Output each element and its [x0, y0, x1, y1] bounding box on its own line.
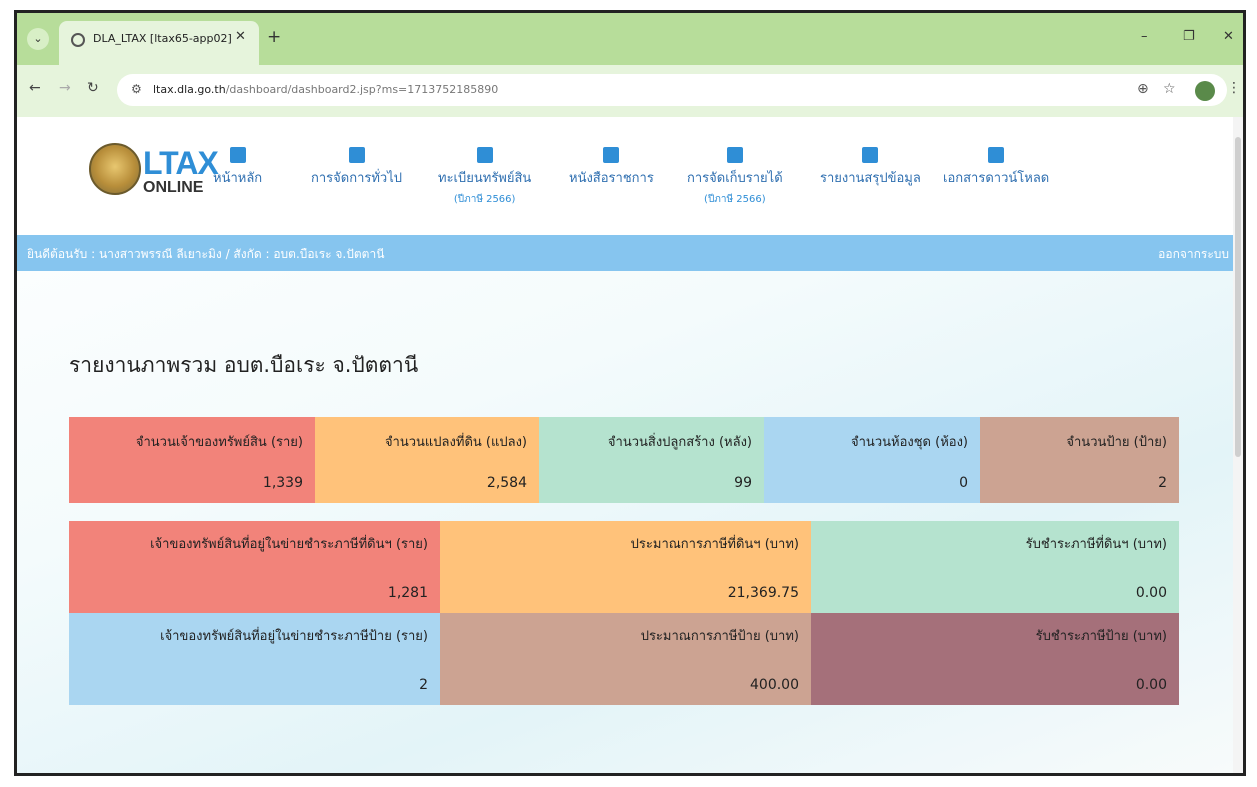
minimize-icon[interactable]: –	[1141, 29, 1148, 44]
logout-link[interactable]: ออกจากระบบ	[1158, 245, 1229, 264]
stat-label: จำนวนเจ้าของทรัพย์สิน (ราย)	[135, 435, 303, 450]
stat-tile: จำนวนสิ่งปลูกสร้าง (หลัง) 99	[539, 417, 764, 503]
stat-label: จำนวนป้าย (ป้าย)	[1066, 435, 1167, 450]
address-toolbar: ← → ↻ ⚙ ltax.dla.go.th/dashboard/dashboa…	[17, 65, 1243, 117]
cogs-icon	[348, 147, 365, 163]
stat-value: 2	[419, 677, 428, 693]
nav-label: การจัดการทั่วไป	[311, 171, 403, 186]
back-icon[interactable]: ←	[29, 80, 41, 96]
stat-value: 400.00	[750, 677, 799, 693]
url-text: ltax.dla.go.th/dashboard/dashboard2.jsp?…	[153, 83, 498, 96]
stat-label: ประมาณการภาษีที่ดินฯ (บาท)	[630, 537, 799, 552]
globe-icon	[71, 33, 85, 47]
nav-downloads[interactable]: เอกสารดาวน์โหลด	[943, 147, 1049, 188]
nav-label: ทะเบียนทรัพย์สิน	[438, 171, 532, 186]
stat-label: จำนวนสิ่งปลูกสร้าง (หลัง)	[607, 435, 752, 450]
stat-value: 21,369.75	[727, 585, 799, 601]
stat-tile: จำนวนป้าย (ป้าย) 2	[980, 417, 1179, 503]
document-icon	[603, 147, 620, 163]
stat-tile: เจ้าของทรัพย์สินที่อยู่ในข่ายชำระภาษีที่…	[69, 521, 440, 613]
stat-label: รับชำระภาษีที่ดินฯ (บาท)	[1025, 537, 1167, 552]
stat-tile: รับชำระภาษีป้าย (บาท) 0.00	[811, 613, 1179, 705]
browser-tab[interactable]: DLA_LTAX [ltax65-app02] ✕	[59, 21, 259, 65]
page-scrollbar[interactable]	[1233, 117, 1243, 773]
stat-value: 1,281	[387, 585, 428, 601]
forward-icon[interactable]: →	[59, 80, 71, 96]
stats-row-counts: จำนวนเจ้าของทรัพย์สิน (ราย) 1,339 จำนวนแป…	[69, 417, 1179, 503]
stat-value: 2,584	[486, 475, 527, 491]
book-icon	[476, 147, 493, 163]
stat-label: ประมาณการภาษีป้าย (บาท)	[640, 629, 799, 644]
file-icon	[862, 147, 879, 163]
restore-icon[interactable]: ❐	[1183, 29, 1195, 44]
stat-value: 0.00	[1135, 677, 1167, 693]
stat-tile: จำนวนแปลงที่ดิน (แปลง) 2,584	[315, 417, 539, 503]
logo-seal-icon[interactable]	[89, 143, 141, 195]
logo-subtitle[interactable]: ONLINE	[143, 179, 203, 197]
tab-strip: ⌄ DLA_LTAX [ltax65-app02] ✕ + – ❐ ✕	[17, 13, 1243, 65]
reload-icon[interactable]: ↻	[87, 80, 99, 96]
stat-value: 99	[734, 475, 752, 491]
nav-label: หน้าหลัก	[213, 171, 263, 186]
stat-tile: ประมาณการภาษีป้าย (บาท) 400.00	[440, 613, 811, 705]
nav-summary-report[interactable]: รายงานสรุปข้อมูล	[820, 147, 921, 188]
nav-general-management[interactable]: การจัดการทั่วไป	[311, 147, 402, 188]
profile-avatar[interactable]	[1195, 81, 1215, 101]
nav-label: เอกสารดาวน์โหลด	[943, 171, 1050, 186]
nav-label: การจัดเก็บรายได้	[687, 171, 783, 186]
page-viewport: LTAX ONLINE หน้าหลัก การจัดการทั่วไป ทะเ…	[17, 117, 1243, 773]
nav-home[interactable]: หน้าหลัก	[213, 147, 262, 188]
nav-official-letters[interactable]: หนังสือราชการ	[569, 147, 654, 188]
calculator-icon	[726, 147, 743, 163]
stat-label: เจ้าของทรัพย์สินที่อยู่ในข่ายชำระภาษีที่…	[150, 537, 428, 552]
download-icon	[988, 147, 1005, 163]
site-info-icon[interactable]: ⚙	[131, 82, 142, 96]
stat-label: รับชำระภาษีป้าย (บาท)	[1035, 629, 1167, 644]
address-bar[interactable]: ⚙ ltax.dla.go.th/dashboard/dashboard2.js…	[117, 74, 1227, 106]
stat-tile: จำนวนเจ้าของทรัพย์สิน (ราย) 1,339	[69, 417, 315, 503]
stat-label: จำนวนห้องชุด (ห้อง)	[851, 435, 968, 450]
stat-value: 0	[959, 475, 968, 491]
nav-label: รายงานสรุปข้อมูล	[820, 171, 921, 186]
tab-title: DLA_LTAX [ltax65-app02]	[93, 32, 232, 45]
url-host: ltax.dla.go.th	[153, 83, 226, 96]
browser-window: ⌄ DLA_LTAX [ltax65-app02] ✕ + – ❐ ✕ ← → …	[14, 10, 1246, 776]
page-title: รายงานภาพรวม อบต.บือเระ จ.ปัตตานี	[69, 353, 419, 377]
stat-tile: ประมาณการภาษีที่ดินฯ (บาท) 21,369.75	[440, 521, 811, 613]
url-path: /dashboard/dashboard2.jsp?ms=17137521858…	[225, 83, 499, 96]
stat-value: 0.00	[1135, 585, 1167, 601]
stats-row-land-tax: เจ้าของทรัพย์สินที่อยู่ในข่ายชำระภาษีที่…	[69, 521, 1179, 613]
nav-property-registry[interactable]: ทะเบียนทรัพย์สิน (ปีภาษี 2566)	[438, 147, 531, 207]
stat-value: 2	[1158, 475, 1167, 491]
welcome-bar: ยินดีต้อนรับ : นางสาวพรรณี ลีเยาะมิง / ส…	[17, 235, 1243, 271]
nav-label: หนังสือราชการ	[569, 171, 654, 186]
stats-row-signboard-tax: เจ้าของทรัพย์สินที่อยู่ในข่ายชำระภาษีป้า…	[69, 613, 1179, 705]
tab-search-icon[interactable]: ⌄	[27, 28, 49, 50]
nav-sublabel: (ปีภาษี 2566)	[704, 194, 766, 205]
site-header: LTAX ONLINE หน้าหลัก การจัดการทั่วไป ทะเ…	[17, 117, 1243, 235]
scrollbar-thumb[interactable]	[1235, 137, 1241, 457]
stat-tile: จำนวนห้องชุด (ห้อง) 0	[764, 417, 980, 503]
welcome-text: ยินดีต้อนรับ : นางสาวพรรณี ลีเยาะมิง / ส…	[27, 247, 385, 261]
stat-label: จำนวนแปลงที่ดิน (แปลง)	[384, 435, 527, 450]
stat-value: 1,339	[262, 475, 303, 491]
logo-title[interactable]: LTAX	[143, 145, 219, 182]
home-icon	[229, 147, 246, 163]
stat-tile: เจ้าของทรัพย์สินที่อยู่ในข่ายชำระภาษีป้า…	[69, 613, 440, 705]
menu-kebab-icon[interactable]: ⋮	[1227, 80, 1241, 96]
bookmark-star-icon[interactable]: ☆	[1163, 81, 1176, 97]
nav-revenue-collection[interactable]: การจัดเก็บรายได้ (ปีภาษี 2566)	[687, 147, 783, 207]
zoom-icon[interactable]: ⊕	[1137, 81, 1149, 97]
new-tab-icon[interactable]: +	[267, 27, 281, 47]
close-tab-icon[interactable]: ✕	[235, 29, 246, 44]
stat-label: เจ้าของทรัพย์สินที่อยู่ในข่ายชำระภาษีป้า…	[160, 629, 428, 644]
nav-sublabel: (ปีภาษี 2566)	[453, 194, 516, 205]
window-close-icon[interactable]: ✕	[1223, 29, 1234, 44]
stat-tile: รับชำระภาษีที่ดินฯ (บาท) 0.00	[811, 521, 1179, 613]
